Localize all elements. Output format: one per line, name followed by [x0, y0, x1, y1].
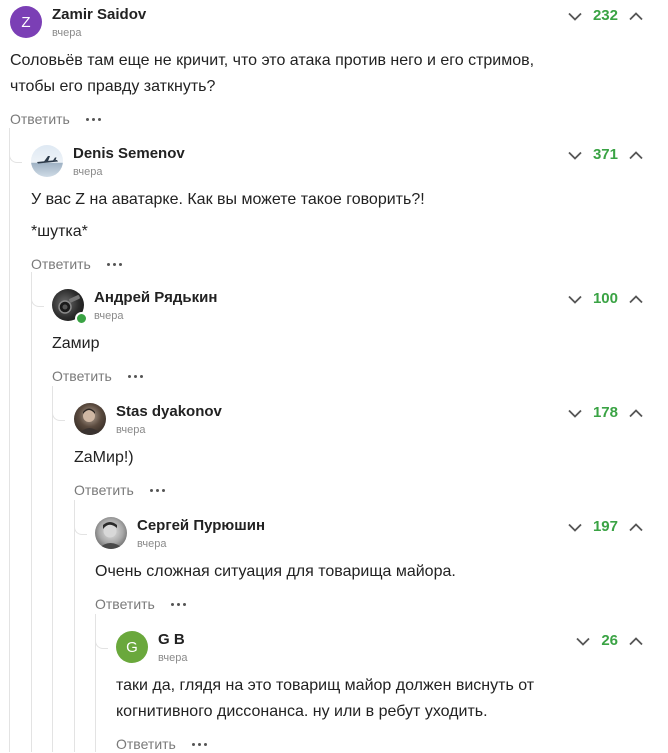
- reply-button[interactable]: Ответить: [74, 482, 134, 498]
- reply-button[interactable]: Ответить: [10, 111, 70, 127]
- reply-button[interactable]: Ответить: [31, 256, 91, 272]
- chevron-up-icon[interactable]: [628, 291, 644, 307]
- chevron-down-icon[interactable]: [567, 8, 583, 24]
- avatar[interactable]: [31, 145, 63, 177]
- comment-author[interactable]: Zamir Saidov: [52, 6, 146, 24]
- comment-line: таки да, глядя на это товарищ майор долж…: [116, 677, 535, 694]
- chevron-down-icon[interactable]: [567, 147, 583, 163]
- reply-button[interactable]: Ответить: [52, 368, 112, 384]
- comment-time[interactable]: вчера: [94, 309, 123, 323]
- chevron-down-icon[interactable]: [567, 519, 583, 535]
- comment-text: Соловьёв там еще не кричит, что это атак…: [10, 48, 668, 100]
- chevron-down-icon[interactable]: [567, 405, 583, 421]
- thread-connector: [9, 148, 22, 163]
- comment-score: 371: [592, 146, 618, 163]
- thread-connector: [74, 520, 87, 535]
- comment-author[interactable]: Denis Semenov: [73, 145, 185, 163]
- thread-connector: [52, 406, 65, 421]
- chevron-up-icon[interactable]: [628, 633, 644, 649]
- comment: Z Zamir Saidov вчера 232 Соловьёв там ещ…: [10, 6, 668, 128]
- avatar-letter: G: [126, 638, 138, 656]
- comment-author[interactable]: Андрей Рядькин: [94, 289, 217, 307]
- reply-button[interactable]: Ответить: [95, 596, 155, 612]
- chevron-up-icon[interactable]: [628, 405, 644, 421]
- comment: Андрей Рядькин вчера 100 Zамир Ответить: [52, 289, 668, 385]
- comment-time[interactable]: вчера: [158, 651, 187, 665]
- chevron-up-icon[interactable]: [628, 8, 644, 24]
- avatar[interactable]: [74, 403, 106, 435]
- thread-line: [74, 500, 75, 752]
- chevron-up-icon[interactable]: [628, 147, 644, 163]
- comment-line: чтобы его правду заткнуть?: [10, 78, 216, 95]
- comment-time[interactable]: вчера: [73, 165, 102, 179]
- comment-text: Очень сложная ситуация для товарища майо…: [95, 559, 668, 585]
- vote-controls: 178: [567, 405, 644, 421]
- more-dots-icon[interactable]: [84, 114, 103, 125]
- comment: Сергей Пурюшин вчера 197 Очень сложная с…: [95, 517, 668, 613]
- more-dots-icon[interactable]: [190, 739, 209, 750]
- more-dots-icon[interactable]: [126, 371, 145, 382]
- comment-time[interactable]: вчера: [137, 537, 166, 551]
- comment: Stas dyakonov вчера 178 ZaМир!) Ответить: [74, 403, 668, 499]
- comment-text: У вас Z на аватарке. Как вы можете такое…: [31, 187, 668, 245]
- airplane-image: [37, 156, 58, 164]
- person-photo: [78, 408, 102, 435]
- comment-line: Соловьёв там еще не кричит, что это атак…: [10, 52, 535, 69]
- online-status-dot: [75, 312, 88, 325]
- thread-line: [52, 386, 53, 752]
- comment-score: 26: [601, 632, 618, 649]
- comment-score: 197: [592, 518, 618, 535]
- more-dots-icon[interactable]: [169, 599, 188, 610]
- more-dots-icon[interactable]: [148, 485, 167, 496]
- comment-score: 178: [592, 404, 618, 421]
- thread-line: [31, 272, 32, 752]
- avatar[interactable]: G: [116, 631, 148, 663]
- vote-controls: 232: [567, 8, 644, 24]
- comment-line: Zамир: [52, 335, 100, 352]
- comment-text: Zамир: [52, 331, 668, 357]
- comment-score: 100: [592, 290, 618, 307]
- comment-text: таки да, глядя на это товарищ майор долж…: [116, 673, 668, 725]
- thread-connector: [95, 634, 108, 649]
- thread-line: [9, 128, 10, 752]
- chevron-up-icon[interactable]: [628, 519, 644, 535]
- thread-connector: [31, 292, 44, 307]
- comment: Denis Semenov вчера 371 У вас Z на авата…: [31, 145, 668, 273]
- comment: G G B вчера 26 таки да, глядя на это тов…: [116, 631, 668, 753]
- comment-author[interactable]: Сергей Пурюшин: [137, 517, 265, 535]
- comment-text: ZaМир!): [74, 445, 668, 471]
- comment-line: *шутка*: [31, 223, 88, 240]
- comment-author[interactable]: G B: [158, 631, 185, 649]
- person-photo: [98, 522, 124, 549]
- comment-line: У вас Z на аватарке. Как вы можете такое…: [31, 191, 425, 208]
- comment-time[interactable]: вчера: [116, 423, 145, 437]
- more-dots-icon[interactable]: [105, 259, 124, 270]
- avatar[interactable]: [95, 517, 127, 549]
- comment-score: 232: [592, 7, 618, 24]
- comment-time[interactable]: вчера: [52, 26, 81, 40]
- chevron-down-icon[interactable]: [575, 633, 591, 649]
- vote-controls: 197: [567, 519, 644, 535]
- comment-line: когнитивного диссонанса. ну или в ребут …: [116, 703, 488, 720]
- vote-controls: 371: [567, 147, 644, 163]
- chevron-down-icon[interactable]: [567, 291, 583, 307]
- reply-button[interactable]: Ответить: [116, 736, 176, 752]
- avatar-letter: Z: [21, 13, 31, 31]
- comment-line: ZaМир!): [74, 449, 134, 466]
- vote-controls: 26: [575, 633, 644, 649]
- comment-author[interactable]: Stas dyakonov: [116, 403, 222, 421]
- vote-controls: 100: [567, 291, 644, 307]
- comment-line: Очень сложная ситуация для товарища майо…: [95, 563, 456, 580]
- avatar[interactable]: Z: [10, 6, 42, 38]
